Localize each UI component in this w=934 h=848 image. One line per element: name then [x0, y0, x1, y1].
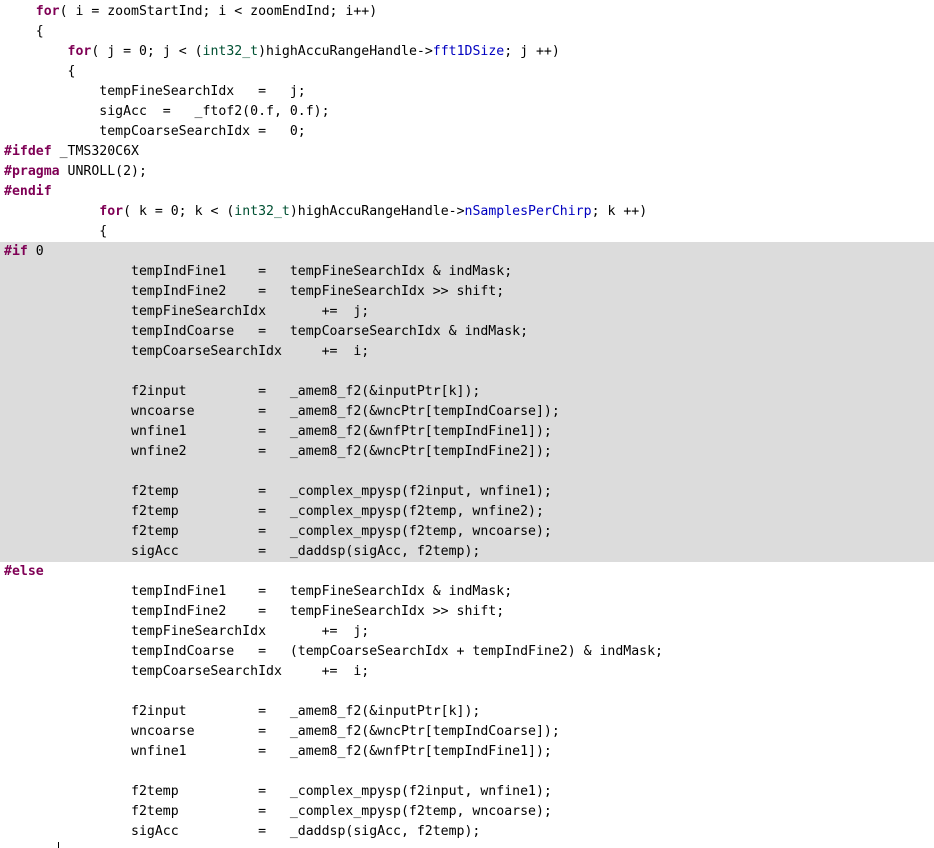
code-token-plain: tempIndFine2 = tempFineSearchIdx >> shif…	[4, 284, 505, 299]
code-line-inactive[interactable]: wncoarse = _amem8_f2(&wncPtr[tempIndCoar…	[0, 402, 934, 422]
code-line[interactable]: {	[0, 22, 934, 42]
code-line[interactable]: sigAcc = _daddsp(sigAcc, f2temp);	[0, 822, 934, 842]
code-line-inactive[interactable]: f2temp = _complex_mpysp(f2temp, wnfine2)…	[0, 502, 934, 522]
code-token-field: fft1DSize	[432, 44, 505, 59]
code-token-plain: tempIndFine2 = tempFineSearchIdx >> shif…	[4, 604, 505, 619]
code-line[interactable]: for( k = 0; k < (int32_t)highAccuRangeHa…	[0, 202, 934, 222]
code-line-inactive[interactable]: tempIndCoarse = tempCoarseSearchIdx & in…	[0, 322, 934, 342]
code-token-plain: tempCoarseSearchIdx = 0;	[4, 124, 306, 139]
code-line[interactable]: #ifdef _TMS320C6X	[0, 142, 934, 162]
code-token-plain: wnfine1 = _amem8_f2(&wnfPtr[tempIndFine1…	[4, 744, 552, 759]
code-token-plain: wncoarse = _amem8_f2(&wncPtr[tempIndCoar…	[4, 724, 560, 739]
code-token-plain: wnfine1 = _amem8_f2(&wnfPtr[tempIndFine1…	[4, 424, 552, 439]
code-line[interactable]: #endif	[0, 182, 934, 202]
code-line[interactable]: for( j = 0; j < (int32_t)highAccuRangeHa…	[0, 42, 934, 62]
code-token-plain: ; k ++)	[591, 204, 648, 219]
code-line[interactable]: wncoarse = _amem8_f2(&wncPtr[tempIndCoar…	[0, 722, 934, 742]
code-token-plain: sigAcc = _daddsp(sigAcc, f2temp);	[4, 824, 481, 839]
code-line[interactable]: tempCoarseSearchIdx = 0;	[0, 122, 934, 142]
code-token-plain: f2temp = _complex_mpysp(f2temp, wncoarse…	[4, 804, 552, 819]
code-token-plain: sigAcc = _ftof2(0.f, 0.f);	[4, 104, 330, 119]
code-token-plain: ( i = zoomStartInd; i < zoomEndInd; i++)	[59, 4, 378, 19]
code-token-plain: f2input = _amem8_f2(&inputPtr[k]);	[4, 704, 481, 719]
code-token-plain: )highAccuRangeHandle->	[258, 44, 433, 59]
code-token-pp: #if	[4, 244, 28, 259]
code-line[interactable]: f2input = _amem8_f2(&inputPtr[k]);	[0, 702, 934, 722]
code-token-pp: #pragma	[4, 164, 60, 179]
code-token-plain: tempCoarseSearchIdx += i;	[4, 344, 370, 359]
code-line[interactable]: tempCoarseSearchIdx += i;	[0, 662, 934, 682]
code-token-plain: tempIndFine1 = tempFineSearchIdx & indMa…	[4, 584, 513, 599]
code-token-plain: tempFineSearchIdx += j;	[4, 624, 370, 639]
code-line-inactive[interactable]: tempCoarseSearchIdx += i;	[0, 342, 934, 362]
code-token-plain: f2temp = _complex_mpysp(f2temp, wncoarse…	[4, 524, 552, 539]
code-line[interactable]: #else	[0, 562, 934, 582]
code-token-pp: #ifdef	[4, 144, 52, 159]
code-token-plain: tempIndCoarse = tempCoarseSearchIdx & in…	[4, 324, 529, 339]
code-line-inactive[interactable]	[0, 362, 934, 382]
code-token-plain: 0	[27, 244, 44, 259]
code-line-inactive[interactable]: wnfine2 = _amem8_f2(&wncPtr[tempIndFine2…	[0, 442, 934, 462]
code-token-plain: tempFineSearchIdx += j;	[4, 304, 370, 319]
code-line[interactable]: tempFineSearchIdx += j;	[0, 622, 934, 642]
code-line-inactive[interactable]: sigAcc = _daddsp(sigAcc, f2temp);	[0, 542, 934, 562]
code-line-inactive[interactable]: wnfine1 = _amem8_f2(&wnfPtr[tempIndFine1…	[0, 422, 934, 442]
code-line-inactive[interactable]: tempFineSearchIdx += j;	[0, 302, 934, 322]
code-token-plain: wncoarse = _amem8_f2(&wncPtr[tempIndCoar…	[4, 404, 560, 419]
code-token-plain: ; j ++)	[504, 44, 560, 59]
code-line-inactive[interactable]: f2temp = _complex_mpysp(f2input, wnfine1…	[0, 482, 934, 502]
code-token-plain: tempIndCoarse = (tempCoarseSearchIdx + t…	[4, 644, 663, 659]
code-line-inactive[interactable]	[0, 462, 934, 482]
code-token-plain: f2temp = _complex_mpysp(f2input, wnfine1…	[4, 484, 552, 499]
code-token-plain: tempIndFine1 = tempFineSearchIdx & indMa…	[4, 264, 513, 279]
code-line[interactable]: f2temp = _complex_mpysp(f2temp, wncoarse…	[0, 802, 934, 822]
code-token-field: nSamplesPerChirp	[464, 204, 592, 219]
code-line[interactable]: tempFineSearchIdx = j;	[0, 82, 934, 102]
code-line-inactive[interactable]: #if 0	[0, 242, 934, 262]
code-token-plain: f2input = _amem8_f2(&inputPtr[k]);	[4, 384, 481, 399]
code-line[interactable]: sigAcc = _ftof2(0.f, 0.f);	[0, 102, 934, 122]
code-token-plain: tempCoarseSearchIdx += i;	[4, 664, 370, 679]
code-line-inactive[interactable]: f2temp = _complex_mpysp(f2temp, wncoarse…	[0, 522, 934, 542]
code-token-plain: f2temp = _complex_mpysp(f2temp, wnfine2)…	[4, 504, 544, 519]
code-token-plain: sigAcc = _daddsp(sigAcc, f2temp);	[4, 544, 481, 559]
code-token-plain: UNROLL(2);	[59, 164, 147, 179]
code-line[interactable]: tempIndFine2 = tempFineSearchIdx >> shif…	[0, 602, 934, 622]
code-token-plain: f2temp = _complex_mpysp(f2input, wnfine1…	[4, 784, 552, 799]
code-token-kw: for	[35, 4, 60, 19]
code-token-plain: _TMS320C6X	[51, 144, 139, 159]
text-caret	[58, 842, 59, 848]
code-line[interactable]: for( i = zoomStartInd; i < zoomEndInd; i…	[0, 2, 934, 22]
code-line[interactable]: tempIndCoarse = (tempCoarseSearchIdx + t…	[0, 642, 934, 662]
code-line[interactable]: f2temp = _complex_mpysp(f2input, wnfine1…	[0, 782, 934, 802]
code-editor[interactable]: for( i = zoomStartInd; i < zoomEndInd; i…	[0, 0, 934, 848]
code-line[interactable]	[0, 762, 934, 782]
code-token-pp: #endif	[4, 184, 52, 199]
code-token-kw: for	[99, 204, 124, 219]
code-line[interactable]: {	[0, 222, 934, 242]
code-line[interactable]: wnfine1 = _amem8_f2(&wnfPtr[tempIndFine1…	[0, 742, 934, 762]
code-token-plain: {	[4, 24, 44, 39]
code-token-type: int32_t	[202, 44, 259, 59]
code-token-pp: #else	[4, 564, 44, 579]
code-line[interactable]: tempIndFine1 = tempFineSearchIdx & indMa…	[0, 582, 934, 602]
code-token-plain: {	[4, 64, 76, 79]
code-token-plain: ( j = 0; j < (	[91, 44, 203, 59]
code-line-inactive[interactable]: tempIndFine1 = tempFineSearchIdx & indMa…	[0, 262, 934, 282]
code-line-inactive[interactable]: f2input = _amem8_f2(&inputPtr[k]);	[0, 382, 934, 402]
code-token-plain: ( k = 0; k < (	[123, 204, 235, 219]
code-token-kw: for	[67, 44, 92, 59]
code-line[interactable]: #pragma UNROLL(2);	[0, 162, 934, 182]
code-line[interactable]: {	[0, 62, 934, 82]
code-line-inactive[interactable]: tempIndFine2 = tempFineSearchIdx >> shif…	[0, 282, 934, 302]
code-token-plain: wnfine2 = _amem8_f2(&wncPtr[tempIndFine2…	[4, 444, 552, 459]
code-token-plain: tempFineSearchIdx = j;	[4, 84, 306, 99]
code-token-type: int32_t	[234, 204, 290, 219]
code-token-plain: )highAccuRangeHandle->	[289, 204, 465, 219]
code-token-plain: {	[4, 224, 108, 239]
code-line[interactable]	[0, 682, 934, 702]
